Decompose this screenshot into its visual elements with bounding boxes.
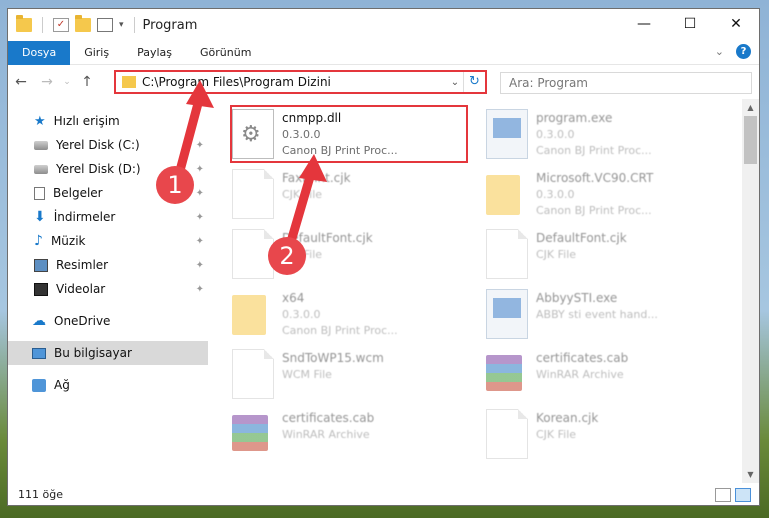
annotation-arrows bbox=[173, 80, 327, 250]
arrow-1-head bbox=[186, 80, 214, 108]
arrow-2-head bbox=[299, 154, 327, 182]
arrow-2-shaft bbox=[285, 165, 317, 250]
step-2-badge: 2 bbox=[268, 237, 306, 275]
arrow-1-shaft bbox=[173, 91, 205, 183]
step-1-badge: 1 bbox=[156, 166, 194, 204]
